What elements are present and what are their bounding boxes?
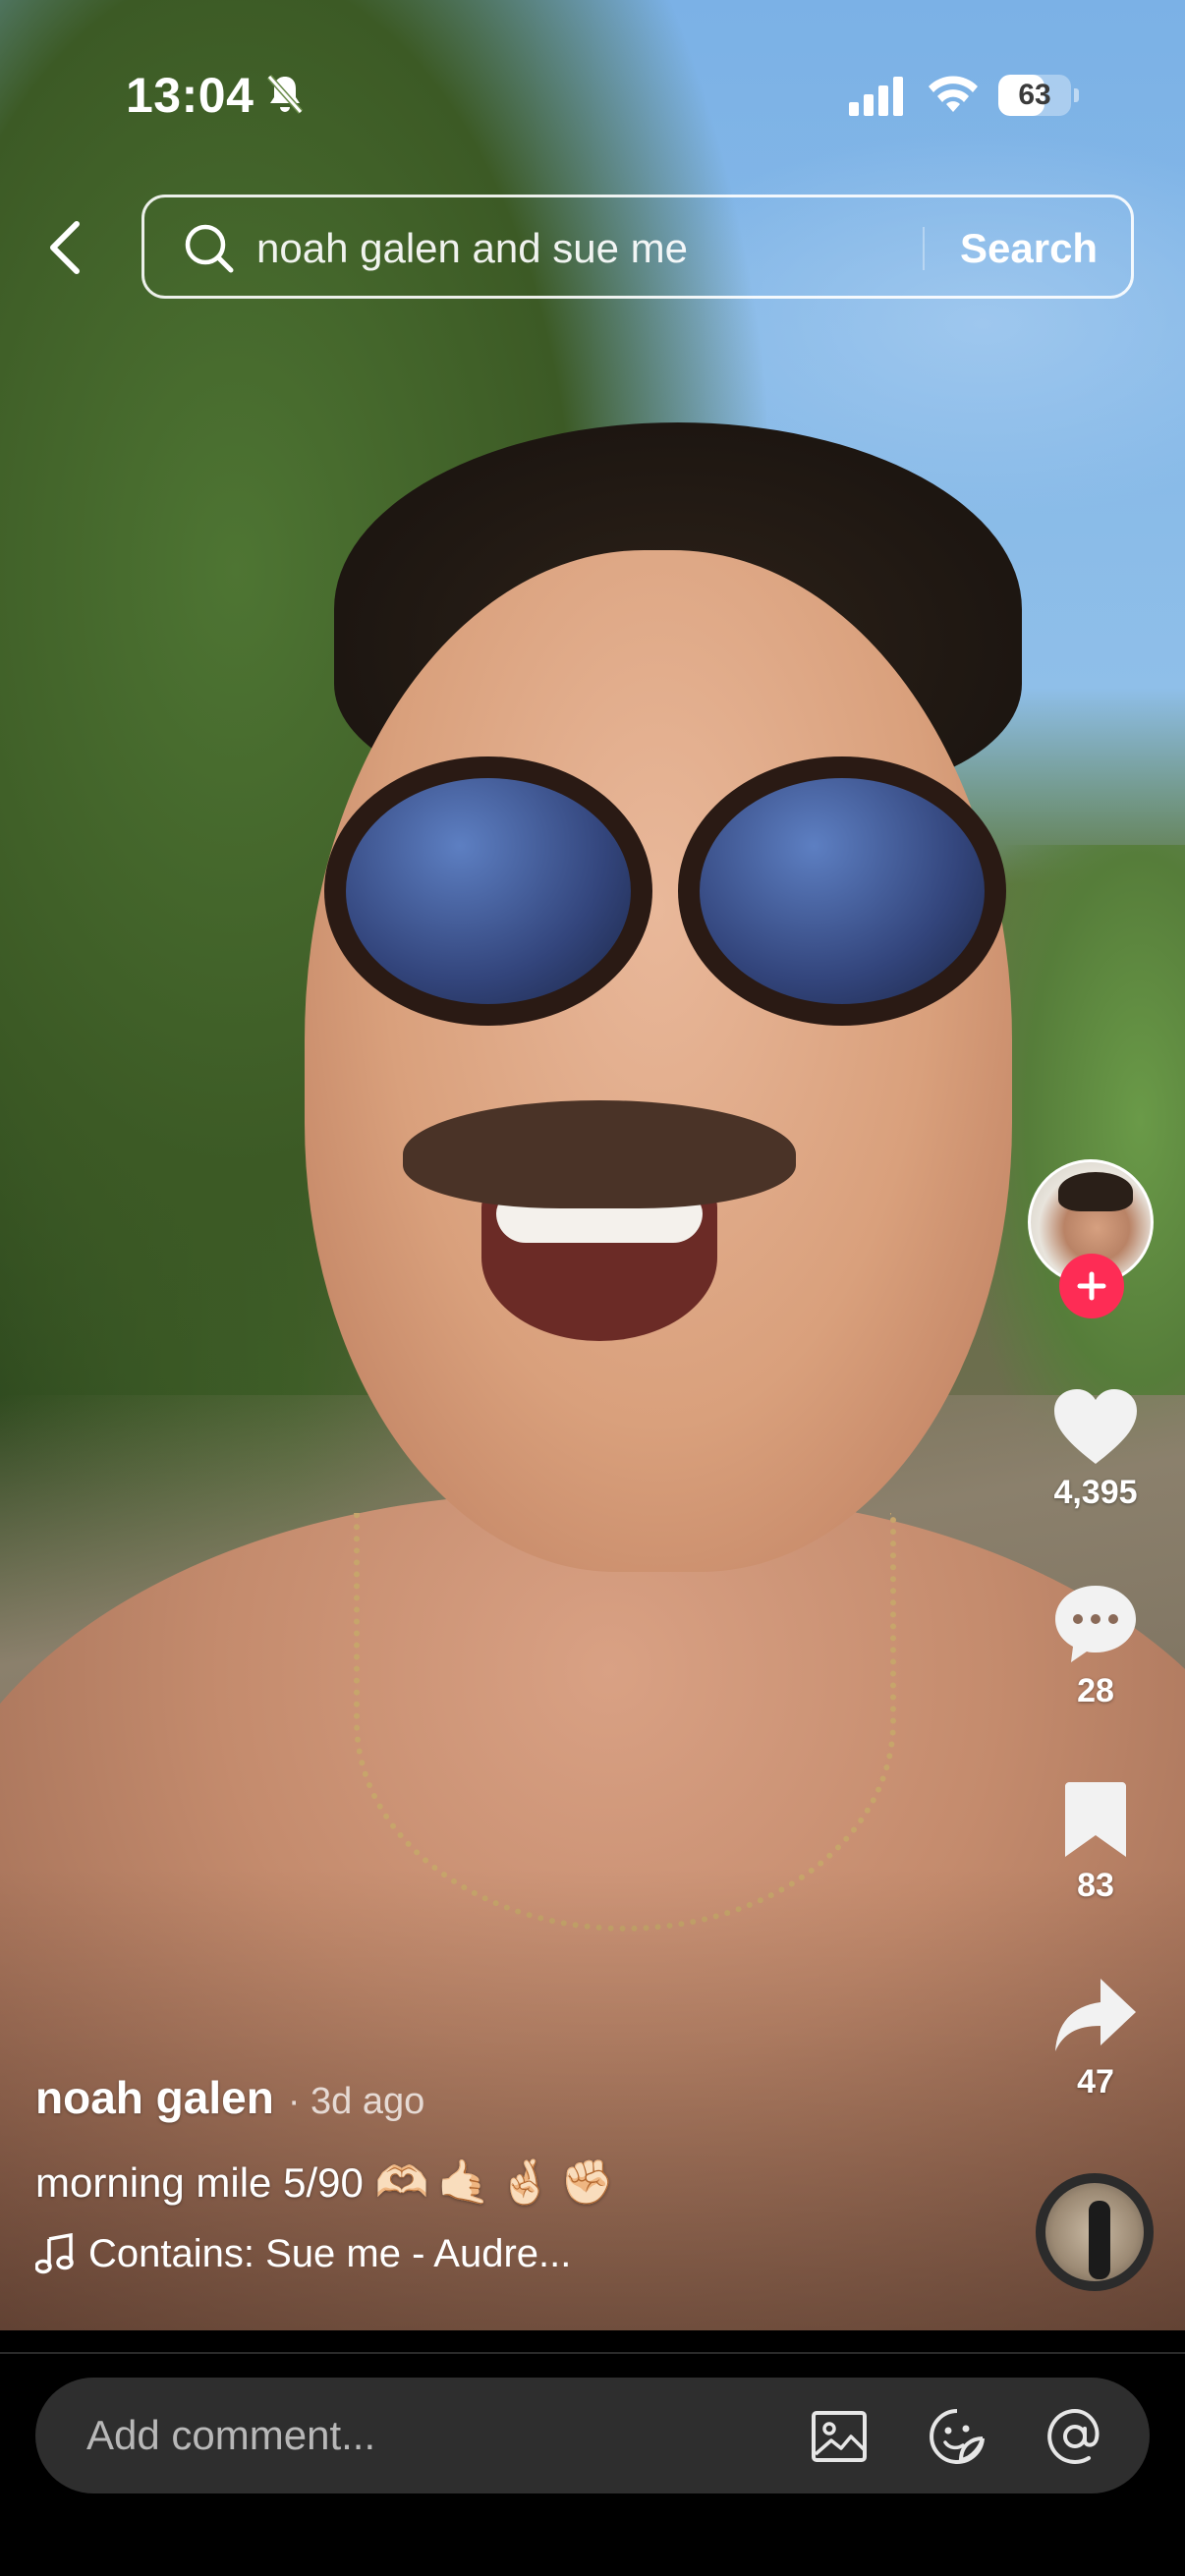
video-subject-sunglasses-left	[324, 756, 652, 1026]
follow-button[interactable]	[1059, 1254, 1124, 1318]
bookmark-icon	[1065, 1782, 1126, 1857]
share-arrow-icon	[1055, 1979, 1136, 2051]
status-bar: 13:04 63	[0, 0, 1185, 187]
search-query[interactable]: noah galen and sue me	[256, 221, 688, 276]
like-button[interactable]: 4,395	[1022, 1385, 1169, 1512]
author-name[interactable]: noah galen	[35, 2072, 274, 2123]
back-icon[interactable]	[35, 208, 94, 287]
author-row: noah galen · 3d ago	[35, 2071, 979, 2140]
sticker-icon[interactable]	[926, 2405, 988, 2468]
like-count: 4,395	[1053, 1474, 1138, 1511]
search-divider	[923, 227, 925, 270]
video-subject-face	[305, 550, 1012, 1572]
caption-body: morning mile 5/90	[35, 2159, 364, 2206]
post-time: · 3d ago	[287, 2081, 425, 2122]
video-subject-sunglasses-right	[678, 756, 1006, 1026]
comment-button[interactable]: 28	[1022, 1582, 1169, 1710]
signal-icon	[849, 77, 903, 116]
search-button[interactable]: Search	[960, 221, 1098, 276]
sound-title: Contains: Sue me - Audre...	[88, 2232, 572, 2275]
video-subject-mustache	[403, 1100, 796, 1208]
post-caption-area: noah galen · 3d ago morning mile 5/90 🫶🏻🤙🏻…	[35, 2071, 979, 2281]
save-button[interactable]: 83	[1022, 1778, 1169, 1905]
music-disc[interactable]	[1036, 2173, 1154, 2291]
share-count: 47	[1077, 2063, 1114, 2100]
sound-link[interactable]: Contains: Sue me - Audre...	[35, 2226, 979, 2281]
comment-bar: Add comment...	[0, 2330, 1185, 2576]
caption-text[interactable]: morning mile 5/90 🫶🏻🤙🏻🤞🏻✊🏻	[35, 2154, 979, 2212]
status-time: 13:04	[126, 68, 254, 123]
comment-count: 28	[1077, 1672, 1114, 1709]
bell-off-icon	[266, 75, 304, 114]
share-button[interactable]: 47	[1022, 1975, 1169, 2101]
caption-emojis: 🫶🏻🤙🏻🤞🏻✊🏻	[374, 2158, 622, 2207]
bottom-divider	[0, 2352, 1185, 2354]
heart-icon	[1054, 1389, 1137, 1464]
mention-icon[interactable]	[1044, 2405, 1106, 2468]
battery-level: 63	[1018, 79, 1051, 111]
video-player[interactable]	[0, 0, 1185, 2330]
wifi-icon	[929, 76, 978, 112]
battery-icon: 63	[998, 75, 1079, 116]
music-note-icon	[35, 2233, 74, 2274]
comment-input[interactable]: Add comment...	[35, 2378, 1150, 2493]
comment-placeholder[interactable]: Add comment...	[86, 2378, 375, 2493]
plus-icon	[1077, 1271, 1106, 1301]
comment-bubble-icon	[1055, 1586, 1136, 1662]
save-count: 83	[1077, 1867, 1114, 1904]
image-icon[interactable]	[808, 2405, 871, 2468]
search-input[interactable]: noah galen and sue me Search	[141, 195, 1134, 299]
search-icon	[185, 224, 234, 273]
creator-avatar-group[interactable]	[1028, 1159, 1159, 1318]
